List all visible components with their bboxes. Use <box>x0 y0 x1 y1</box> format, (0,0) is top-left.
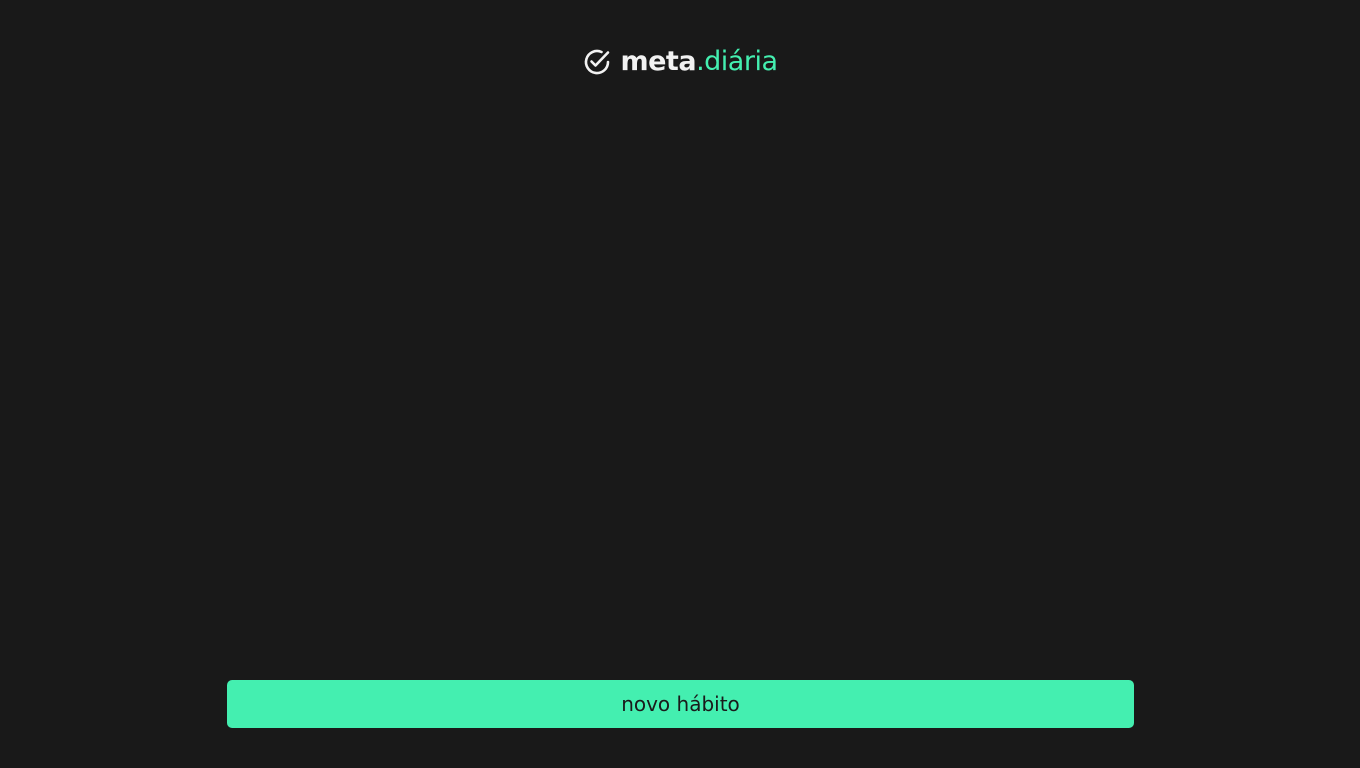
new-habit-button[interactable]: novo hábito <box>227 680 1134 728</box>
logo-text-dot: . <box>696 46 705 77</box>
header: meta.diária <box>0 44 1360 80</box>
logo-text: meta.diária <box>620 44 778 80</box>
habit-list-area <box>0 100 1360 660</box>
app-root: meta.diária novo hábito <box>0 0 1360 768</box>
logo-text-main: meta <box>620 46 697 77</box>
logo-text-accent: diária <box>704 46 778 77</box>
app-logo: meta.diária <box>582 44 778 80</box>
check-circle-icon <box>582 47 612 77</box>
